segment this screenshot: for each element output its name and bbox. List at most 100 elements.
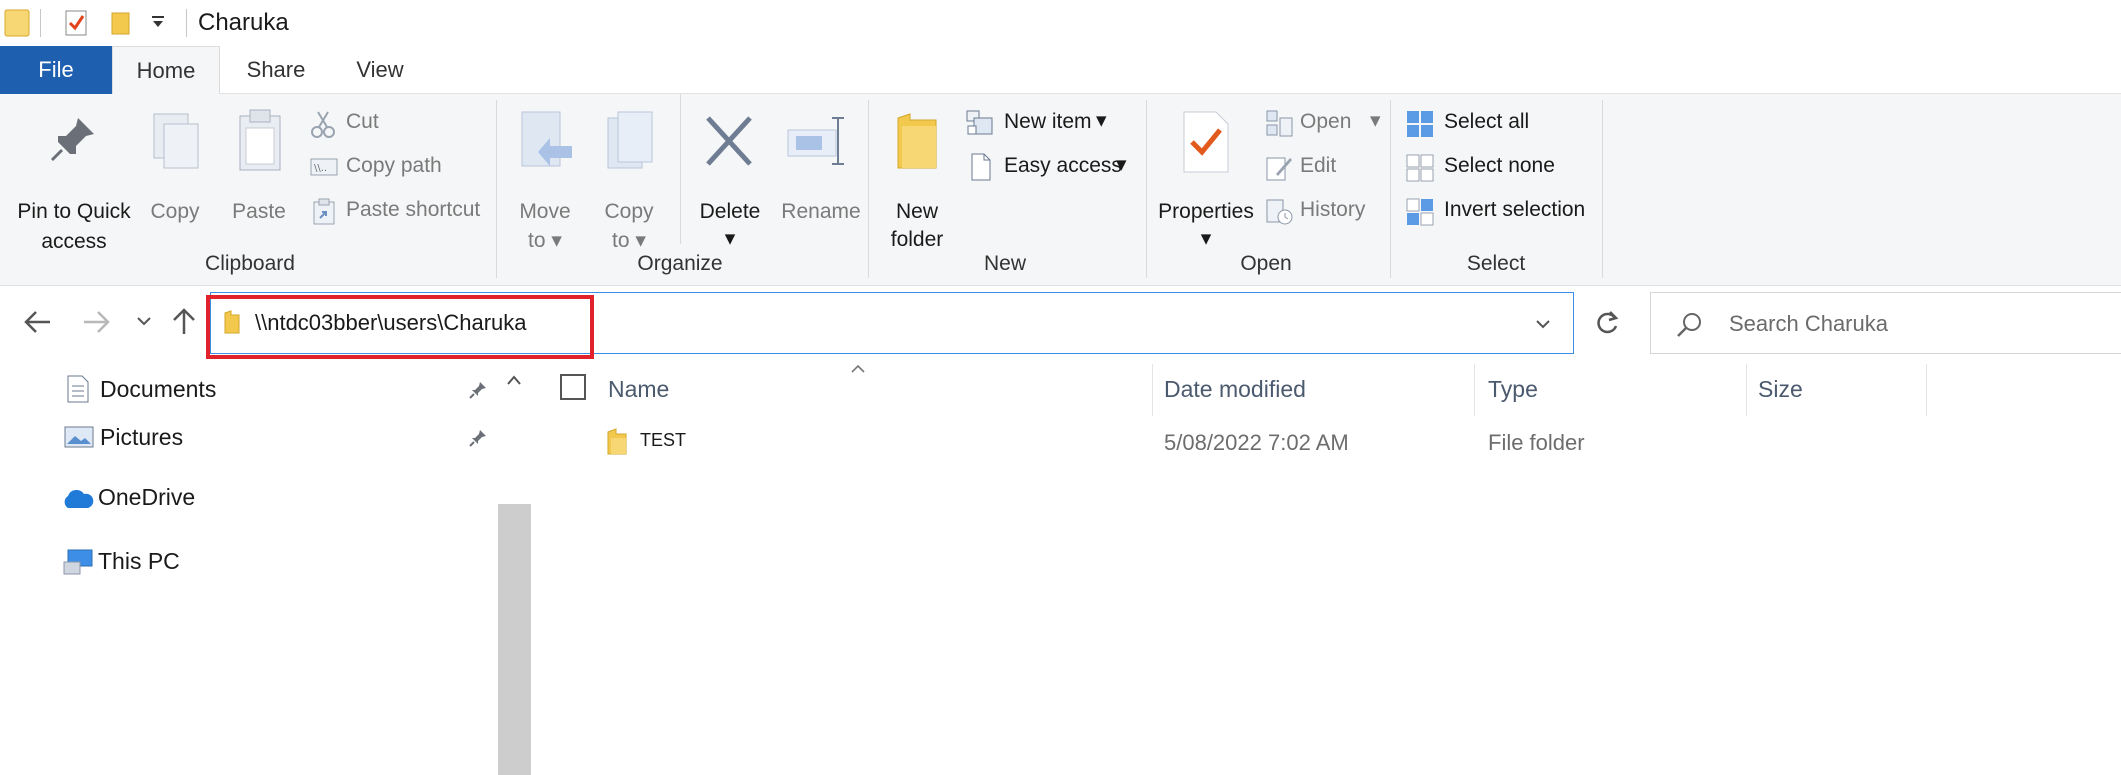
easy-access-icon bbox=[968, 152, 992, 182]
nav-item-onedrive[interactable]: OneDrive bbox=[58, 480, 488, 520]
open-label: Open bbox=[1300, 110, 1352, 133]
open-button[interactable]: Open ▾ bbox=[1266, 108, 1390, 140]
group-separator bbox=[496, 100, 497, 278]
nav-item-label: OneDrive bbox=[98, 484, 196, 510]
folder-icon bbox=[4, 8, 30, 38]
move-to-label-line1: Move bbox=[519, 200, 571, 223]
edit-button[interactable]: Edit bbox=[1266, 152, 1390, 184]
properties-button[interactable]: Properties ▾ bbox=[1156, 110, 1256, 260]
easy-access-button[interactable]: Easy access ▾ bbox=[966, 152, 1136, 184]
pin-icon[interactable] bbox=[468, 428, 488, 448]
scroll-up-chevron-icon[interactable] bbox=[506, 374, 522, 386]
nav-item-documents[interactable]: Documents bbox=[60, 372, 490, 412]
group-separator bbox=[1390, 100, 1391, 278]
tab-home[interactable]: Home bbox=[112, 46, 220, 95]
sort-ascending-chevron-icon bbox=[850, 364, 866, 374]
column-header-size[interactable]: Size bbox=[1758, 376, 1803, 403]
new-group-label: New bbox=[983, 252, 1026, 275]
select-all-button[interactable]: Select all bbox=[1406, 108, 1606, 140]
search-input[interactable]: Search Charuka bbox=[1729, 311, 1888, 337]
delete-dropdown-icon[interactable]: ▾ bbox=[692, 226, 768, 251]
move-to-icon bbox=[520, 110, 574, 172]
paste-icon bbox=[236, 108, 284, 172]
refresh-icon[interactable] bbox=[1594, 308, 1620, 336]
column-divider[interactable] bbox=[1926, 364, 1927, 416]
pin-to-quick-access-button[interactable]: Pin to Quick access bbox=[10, 114, 138, 254]
new-item-button[interactable]: New item ▾ bbox=[966, 108, 1136, 140]
paste-label: Paste bbox=[232, 200, 286, 223]
tab-share[interactable]: Share bbox=[236, 46, 316, 94]
copy-path-button[interactable]: \\.. Copy path bbox=[310, 152, 480, 184]
back-arrow-icon[interactable] bbox=[24, 310, 52, 334]
new-item-dropdown-icon: ▾ bbox=[1096, 109, 1107, 132]
copy-to-button[interactable]: Copy to ▾ bbox=[596, 110, 662, 260]
pin-label-line2: access bbox=[41, 230, 107, 253]
search-box[interactable]: Search Charuka bbox=[1650, 292, 2121, 354]
select-group-label: Select bbox=[1466, 252, 1526, 275]
column-divider[interactable] bbox=[1474, 364, 1475, 416]
file-date-modified: 5/08/2022 7:02 AM bbox=[1164, 430, 1349, 455]
history-button[interactable]: History bbox=[1266, 196, 1390, 228]
group-separator bbox=[1602, 100, 1603, 278]
select-none-icon bbox=[1406, 154, 1434, 182]
select-all-icon bbox=[1406, 110, 1434, 138]
paste-shortcut-button[interactable]: Paste shortcut bbox=[310, 196, 490, 228]
column-divider[interactable] bbox=[1746, 364, 1747, 416]
invert-selection-label: Invert selection bbox=[1444, 198, 1586, 221]
organize-separator bbox=[680, 94, 681, 244]
move-to-label-line2: to ▾ bbox=[528, 229, 562, 252]
column-header-date-modified[interactable]: Date modified bbox=[1164, 376, 1306, 403]
documents-icon bbox=[66, 374, 90, 404]
nav-item-label: Documents bbox=[100, 376, 217, 402]
column-header-name[interactable]: Name bbox=[608, 376, 669, 403]
tab-view[interactable]: View bbox=[340, 46, 420, 94]
customize-dropdown-icon[interactable] bbox=[150, 14, 166, 30]
scissors-icon bbox=[310, 110, 336, 138]
new-folder-icon[interactable] bbox=[110, 10, 132, 36]
invert-selection-button[interactable]: Invert selection bbox=[1406, 196, 1606, 228]
nav-item-label: Pictures bbox=[100, 424, 184, 450]
delete-button[interactable]: Delete ▾ bbox=[692, 110, 768, 260]
address-highlight-box bbox=[206, 295, 594, 359]
nav-item-this-pc[interactable]: This PC bbox=[58, 544, 488, 584]
table-row[interactable]: TEST 5/08/2022 7:02 AM File folder bbox=[594, 420, 1934, 464]
new-item-icon bbox=[966, 110, 994, 136]
copy-to-label-line2: to ▾ bbox=[612, 229, 646, 252]
ribbon-tabs: File Home Share View bbox=[0, 46, 2121, 95]
cut-button[interactable]: Cut bbox=[310, 108, 480, 140]
column-header-type[interactable]: Type bbox=[1488, 376, 1538, 403]
address-dropdown-chevron-icon[interactable] bbox=[1535, 319, 1551, 331]
title-bar: Charuka bbox=[0, 0, 2121, 46]
navigation-bar: \\ntdc03bber\users\Charuka Search Charuk… bbox=[0, 286, 2121, 364]
title-separator bbox=[186, 9, 187, 37]
up-arrow-icon[interactable] bbox=[172, 308, 196, 336]
select-all-checkbox[interactable] bbox=[560, 374, 586, 400]
pin-icon[interactable] bbox=[468, 380, 488, 400]
properties-dropdown-icon[interactable]: ▾ bbox=[1156, 226, 1256, 251]
title-separator bbox=[40, 9, 41, 37]
rename-button[interactable]: Rename bbox=[776, 110, 866, 230]
nav-scrollbar-thumb[interactable] bbox=[498, 504, 531, 775]
search-icon bbox=[1675, 311, 1703, 339]
copy-button[interactable]: Copy bbox=[144, 112, 206, 223]
select-none-button[interactable]: Select none bbox=[1406, 152, 1606, 184]
folder-icon bbox=[606, 428, 628, 456]
paste-shortcut-icon bbox=[312, 198, 336, 226]
new-folder-label-line1: New bbox=[895, 200, 938, 223]
nav-item-label: This PC bbox=[98, 548, 180, 574]
copy-label: Copy bbox=[150, 200, 200, 223]
nav-item-pictures[interactable]: Pictures bbox=[60, 420, 490, 460]
properties-check-icon[interactable] bbox=[64, 8, 90, 38]
move-to-button[interactable]: Move to ▾ bbox=[512, 110, 578, 260]
new-folder-button[interactable]: New folder bbox=[880, 112, 954, 262]
forward-arrow-icon[interactable] bbox=[82, 310, 110, 334]
file-list: Name Date modified Type Size TEST 5/08/2… bbox=[534, 364, 2121, 775]
select-none-label: Select none bbox=[1444, 154, 1555, 177]
recent-locations-chevron-icon[interactable] bbox=[136, 316, 152, 328]
svg-text:\\..: \\.. bbox=[314, 163, 327, 174]
easy-access-dropdown-icon: ▾ bbox=[1116, 153, 1127, 176]
rename-icon bbox=[786, 114, 850, 168]
tab-file[interactable]: File bbox=[0, 46, 112, 94]
paste-button[interactable]: Paste bbox=[226, 108, 292, 223]
column-divider[interactable] bbox=[1152, 364, 1153, 416]
